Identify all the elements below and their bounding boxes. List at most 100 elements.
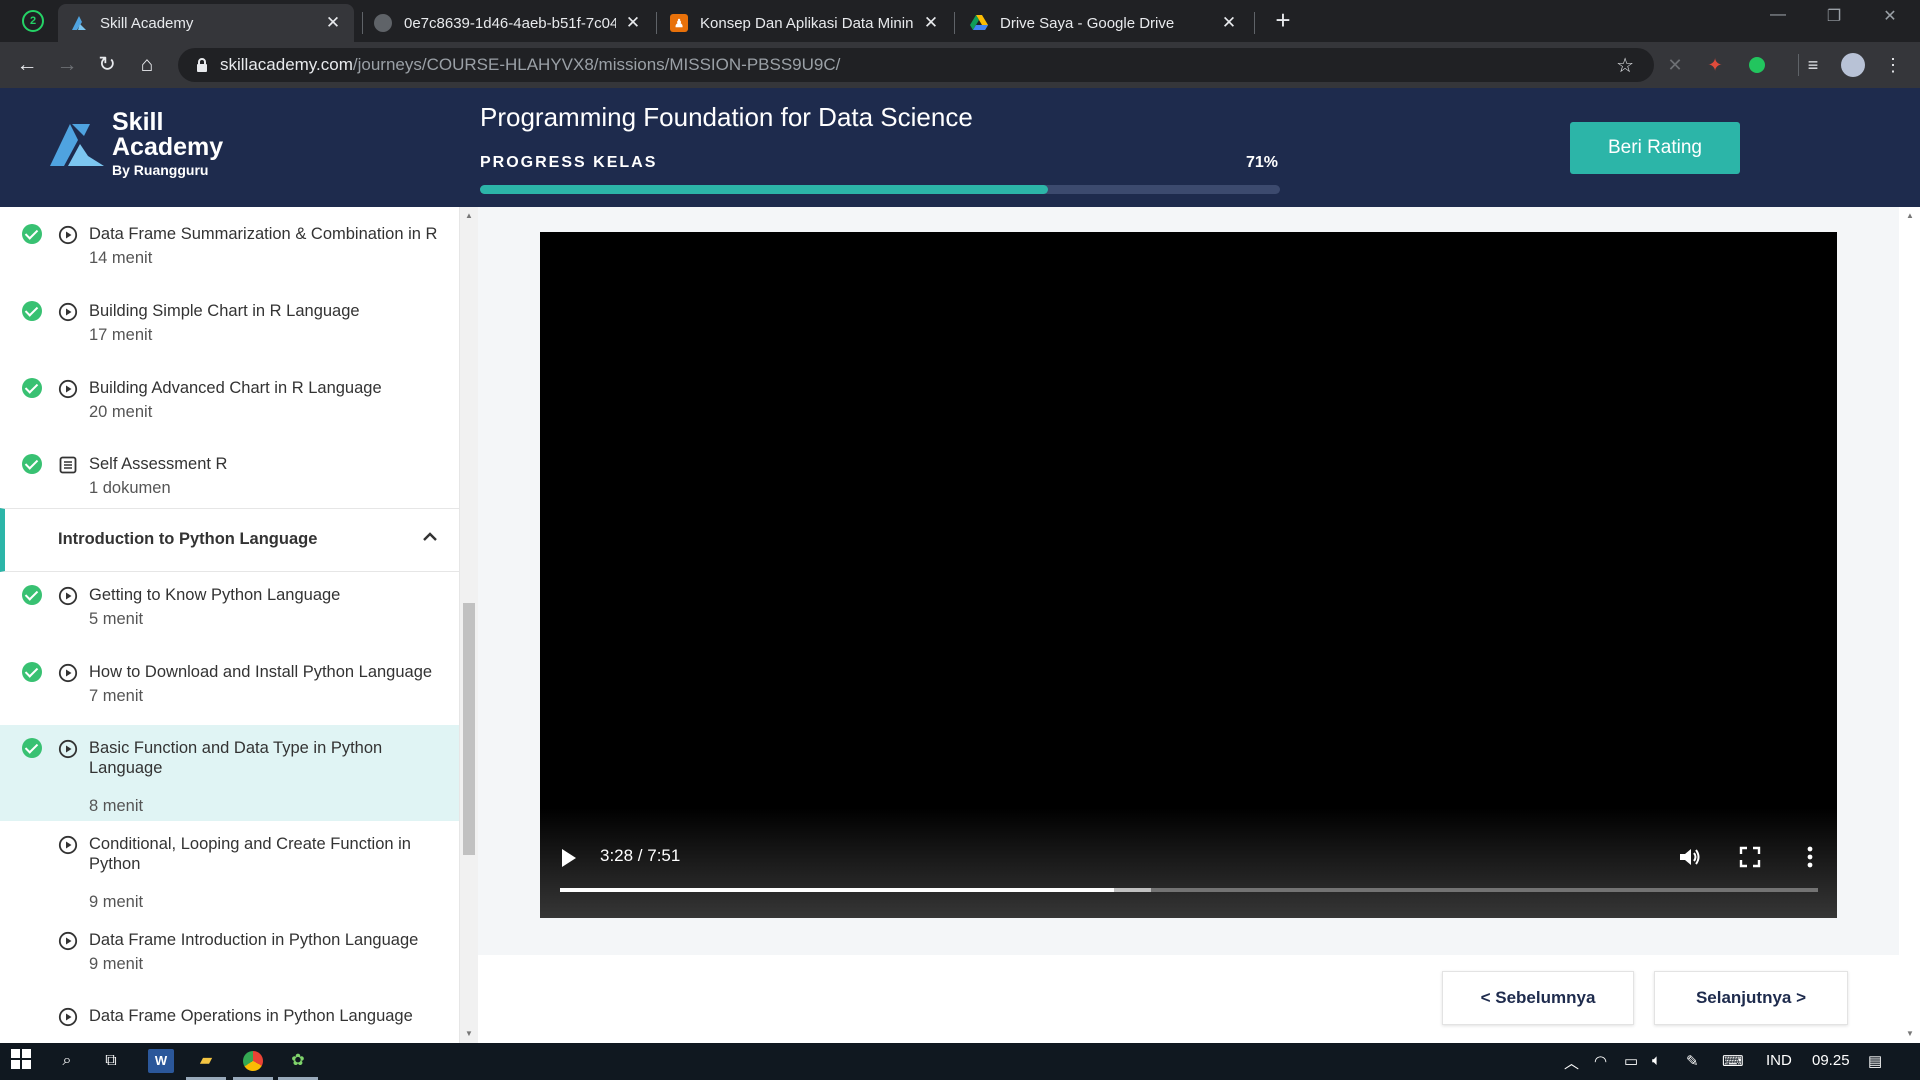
scroll-down-arrow-icon[interactable]: ▼ [465, 1029, 473, 1038]
tab-uuid[interactable]: 0e7c8639-1d46-4aeb-b51f-7c04 ✕ [362, 4, 654, 42]
whatsapp-icon[interactable]: 2 [22, 10, 44, 32]
wifi-icon[interactable]: ◠ [1594, 1052, 1607, 1070]
close-tab-icon[interactable]: ✕ [324, 13, 342, 33]
seek-played [560, 888, 1114, 892]
forward-icon[interactable]: → [54, 52, 80, 78]
close-tab-icon[interactable]: ✕ [922, 13, 940, 33]
scroll-up-arrow-icon[interactable]: ▲ [465, 211, 473, 220]
back-icon[interactable]: ← [14, 52, 40, 78]
app-icon[interactable]: ✿ [285, 1049, 311, 1073]
play-circle-icon [58, 379, 78, 399]
close-window-icon[interactable]: ✕ [1870, 6, 1910, 26]
extension-green-icon[interactable] [1744, 52, 1770, 78]
speaker-icon[interactable]: 🔈︎ [1652, 1052, 1661, 1069]
lesson-duration: 14 menit [89, 249, 153, 267]
tab-google-drive[interactable]: Drive Saya - Google Drive ✕ [958, 4, 1250, 42]
lesson-item[interactable]: Data Frame Operations in Python Language [0, 993, 459, 1043]
completed-check-icon [22, 301, 42, 321]
next-button[interactable]: Selanjutnya > [1654, 971, 1848, 1025]
minimize-icon[interactable]: — [1758, 6, 1798, 24]
volume-icon[interactable] [1677, 844, 1703, 870]
lesson-item[interactable]: Building Simple Chart in R Language 17 me… [0, 288, 459, 362]
adobe-acrobat-icon[interactable]: ✦ [1702, 52, 1728, 78]
completed-check-icon [22, 585, 42, 605]
home-icon[interactable]: ⌂ [134, 52, 160, 78]
lesson-item[interactable]: Basic Function and Data Type in Python L… [0, 725, 459, 821]
input-language[interactable]: IND [1766, 1052, 1792, 1069]
skill-academy-logo[interactable]: Skill Academy By Ruangguru [48, 110, 223, 178]
tab-title: Konsep Dan Aplikasi Data Mining [700, 14, 914, 32]
globe-icon [374, 14, 392, 32]
lesson-duration: 5 menit [89, 610, 144, 628]
windows-start-icon[interactable] [8, 1049, 34, 1073]
tab-skill-academy[interactable]: Skill Academy ✕ [58, 4, 354, 42]
lesson-title: Conditional, Looping and Create Function… [89, 835, 411, 873]
chrome-icon[interactable] [240, 1049, 266, 1073]
profile-avatar[interactable] [1840, 52, 1866, 78]
tab-title: Skill Academy [100, 14, 194, 32]
pen-icon[interactable]: ✎ [1686, 1052, 1699, 1070]
close-tab-icon[interactable]: ✕ [1220, 13, 1238, 33]
more-options-icon[interactable] [1797, 844, 1823, 870]
progress-label: PROGRESS KELAS [480, 154, 658, 171]
section-header-python[interactable]: Introduction to Python Language [0, 508, 459, 572]
lesson-title: Data Frame Introduction in Python Langua… [89, 931, 419, 949]
search-icon[interactable]: ⌕ [54, 1049, 80, 1073]
section-title: Introduction to Python Language [58, 530, 318, 548]
lesson-duration: 1 dokumen [89, 479, 171, 497]
course-header: Skill Academy By Ruangguru Programming F… [0, 88, 1920, 207]
completed-check-icon [22, 224, 42, 244]
lesson-item[interactable]: Building Advanced Chart in R Language 20 … [0, 365, 459, 439]
lesson-item[interactable]: Conditional, Looping and Create Function… [0, 821, 459, 917]
show-hidden-icons-chevron-icon[interactable]: ︿ [1564, 1052, 1579, 1073]
lesson-item[interactable]: How to Download and Install Python Langu… [0, 649, 459, 725]
logo-line1: Skill [112, 108, 164, 136]
url-text: skillacademy.com/journeys/COURSE-HLAHYVX… [220, 55, 841, 74]
browser-toolbar: ← → ↻ ⌂ skillacademy.com/journeys/COURSE… [0, 42, 1920, 88]
task-view-icon[interactable]: ⧉ [98, 1049, 124, 1073]
lesson-duration: 9 menit [89, 893, 144, 911]
play-circle-icon [58, 225, 78, 245]
tab-konsep[interactable]: ♟ Konsep Dan Aplikasi Data Mining ✕ [658, 4, 952, 42]
lesson-item[interactable]: Self Assessment R 1 dokumen [0, 441, 459, 515]
play-icon[interactable] [562, 849, 576, 867]
completed-check-icon [22, 454, 42, 474]
rate-course-button[interactable]: Beri Rating [1570, 122, 1740, 174]
lesson-title: Basic Function and Data Type in Python L… [89, 739, 383, 777]
battery-icon[interactable]: ▭ [1624, 1052, 1638, 1070]
lesson-item[interactable]: Data Frame Introduction in Python Langua… [0, 917, 459, 993]
notifications-icon[interactable]: ▤ [1868, 1052, 1882, 1070]
play-circle-icon [58, 586, 78, 606]
lesson-item[interactable]: Data Frame Summarization & Combination i… [0, 211, 459, 285]
keyboard-icon[interactable]: ⌨ [1722, 1052, 1744, 1070]
scroll-down-arrow-icon[interactable]: ▼ [1906, 1029, 1914, 1038]
lesson-item[interactable]: Getting to Know Python Language 5 menit [0, 572, 459, 648]
lock-icon [197, 58, 207, 72]
sidebar-scrollbar[interactable]: ▲ ▼ [460, 207, 478, 1043]
reload-icon[interactable]: ↻ [94, 52, 120, 78]
scroll-up-arrow-icon[interactable]: ▲ [1906, 211, 1914, 220]
address-bar[interactable]: skillacademy.com/journeys/COURSE-HLAHYVX… [178, 48, 1654, 82]
video-player[interactable]: 3:28 / 7:51 [540, 232, 1837, 918]
fullscreen-icon[interactable] [1737, 844, 1763, 870]
play-circle-icon [58, 1007, 78, 1027]
restore-icon[interactable]: ❐ [1814, 6, 1854, 26]
bookmark-star-icon[interactable]: ☆ [1616, 53, 1634, 78]
sidebar-scroll-thumb[interactable] [463, 603, 475, 855]
word-icon[interactable]: W [148, 1049, 174, 1073]
file-explorer-icon[interactable]: ▰ [193, 1049, 219, 1073]
extension-x-icon[interactable]: ✕ [1662, 52, 1688, 78]
close-tab-icon[interactable]: ✕ [624, 13, 642, 33]
new-tab-button[interactable]: + [1268, 6, 1298, 36]
lesson-title: Data Frame Summarization & Combination i… [89, 225, 438, 243]
chevron-up-icon[interactable] [422, 529, 438, 545]
page-scrollbar[interactable]: ▲ ▼ [1899, 207, 1920, 1043]
logo-line2: Academy [112, 133, 224, 161]
clock[interactable]: 09.25 [1812, 1052, 1850, 1069]
media-control-icon[interactable]: ≡ [1800, 52, 1826, 78]
video-seek-bar[interactable] [560, 888, 1818, 892]
progress-percent: 71% [1246, 154, 1279, 171]
previous-button[interactable]: < Sebelumnya [1442, 971, 1634, 1025]
browser-menu-icon[interactable]: ⋮ [1880, 52, 1906, 78]
video-controls-gradient [540, 808, 1837, 918]
